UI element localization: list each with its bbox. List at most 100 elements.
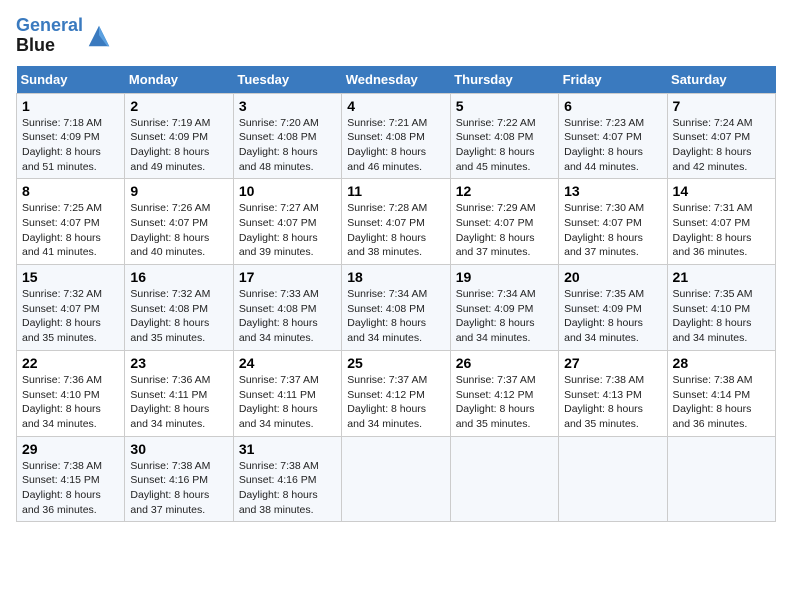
daylight-text: Daylight: 8 hours [564, 145, 661, 160]
cell-info: Sunrise: 7:24 AMSunset: 4:07 PMDaylight:… [673, 116, 770, 175]
calendar-week-2: 8Sunrise: 7:25 AMSunset: 4:07 PMDaylight… [17, 179, 776, 265]
sunset-text: Sunset: 4:08 PM [456, 130, 553, 145]
calendar-header-row: SundayMondayTuesdayWednesdayThursdayFrid… [17, 66, 776, 94]
sunset-text: Sunset: 4:12 PM [456, 388, 553, 403]
sunrise-text: Sunrise: 7:24 AM [673, 116, 770, 131]
calendar-week-1: 1Sunrise: 7:18 AMSunset: 4:09 PMDaylight… [17, 93, 776, 179]
daylight-text: and 46 minutes. [347, 160, 444, 175]
daylight-text: and 34 minutes. [347, 417, 444, 432]
cell-info: Sunrise: 7:38 AMSunset: 4:16 PMDaylight:… [239, 459, 336, 518]
sunset-text: Sunset: 4:07 PM [22, 302, 119, 317]
cell-info: Sunrise: 7:34 AMSunset: 4:09 PMDaylight:… [456, 287, 553, 346]
sunset-text: Sunset: 4:15 PM [22, 473, 119, 488]
cell-info: Sunrise: 7:38 AMSunset: 4:13 PMDaylight:… [564, 373, 661, 432]
sunrise-text: Sunrise: 7:38 AM [239, 459, 336, 474]
cell-info: Sunrise: 7:23 AMSunset: 4:07 PMDaylight:… [564, 116, 661, 175]
daylight-text: and 37 minutes. [456, 245, 553, 260]
daylight-text: Daylight: 8 hours [22, 145, 119, 160]
calendar-cell: 16Sunrise: 7:32 AMSunset: 4:08 PMDayligh… [125, 265, 233, 351]
calendar-cell: 23Sunrise: 7:36 AMSunset: 4:11 PMDayligh… [125, 350, 233, 436]
sunrise-text: Sunrise: 7:38 AM [130, 459, 227, 474]
daylight-text: Daylight: 8 hours [673, 145, 770, 160]
sunset-text: Sunset: 4:16 PM [239, 473, 336, 488]
calendar-cell: 30Sunrise: 7:38 AMSunset: 4:16 PMDayligh… [125, 436, 233, 522]
daylight-text: Daylight: 8 hours [347, 402, 444, 417]
cell-info: Sunrise: 7:29 AMSunset: 4:07 PMDaylight:… [456, 201, 553, 260]
daylight-text: and 34 minutes. [239, 331, 336, 346]
sunset-text: Sunset: 4:12 PM [347, 388, 444, 403]
daylight-text: Daylight: 8 hours [130, 231, 227, 246]
logo-text: GeneralBlue [16, 16, 83, 56]
daylight-text: and 34 minutes. [239, 417, 336, 432]
sunrise-text: Sunrise: 7:32 AM [130, 287, 227, 302]
daylight-text: Daylight: 8 hours [673, 231, 770, 246]
daylight-text: Daylight: 8 hours [130, 316, 227, 331]
calendar-body: 1Sunrise: 7:18 AMSunset: 4:09 PMDaylight… [17, 93, 776, 522]
col-header-sunday: Sunday [17, 66, 125, 94]
sunset-text: Sunset: 4:08 PM [239, 302, 336, 317]
sunset-text: Sunset: 4:09 PM [22, 130, 119, 145]
day-number: 14 [673, 183, 770, 199]
day-number: 19 [456, 269, 553, 285]
daylight-text: Daylight: 8 hours [347, 231, 444, 246]
sunrise-text: Sunrise: 7:21 AM [347, 116, 444, 131]
cell-info: Sunrise: 7:38 AMSunset: 4:15 PMDaylight:… [22, 459, 119, 518]
daylight-text: Daylight: 8 hours [673, 316, 770, 331]
calendar-cell [342, 436, 450, 522]
daylight-text: Daylight: 8 hours [22, 316, 119, 331]
sunset-text: Sunset: 4:14 PM [673, 388, 770, 403]
sunrise-text: Sunrise: 7:19 AM [130, 116, 227, 131]
day-number: 17 [239, 269, 336, 285]
calendar-cell: 24Sunrise: 7:37 AMSunset: 4:11 PMDayligh… [233, 350, 341, 436]
daylight-text: and 39 minutes. [239, 245, 336, 260]
daylight-text: and 38 minutes. [347, 245, 444, 260]
calendar-cell: 14Sunrise: 7:31 AMSunset: 4:07 PMDayligh… [667, 179, 775, 265]
daylight-text: and 34 minutes. [22, 417, 119, 432]
col-header-wednesday: Wednesday [342, 66, 450, 94]
calendar-cell: 17 Sunrise: 7:33 AMSunset: 4:08 PMDayligh… [233, 265, 341, 351]
calendar-cell: 8Sunrise: 7:25 AMSunset: 4:07 PMDaylight… [17, 179, 125, 265]
calendar-cell: 5Sunrise: 7:22 AMSunset: 4:08 PMDaylight… [450, 93, 558, 179]
sunset-text: Sunset: 4:07 PM [239, 216, 336, 231]
day-number: 10 [239, 183, 336, 199]
cell-info: Sunrise: 7:38 AMSunset: 4:16 PMDaylight:… [130, 459, 227, 518]
daylight-text: and 35 minutes. [22, 331, 119, 346]
day-number: 8 [22, 183, 119, 199]
daylight-text: and 34 minutes. [673, 331, 770, 346]
sunrise-text: Sunrise: 7:33 AM [239, 287, 336, 302]
sunset-text: Sunset: 4:07 PM [130, 216, 227, 231]
daylight-text: Daylight: 8 hours [239, 145, 336, 160]
calendar-cell: 21Sunrise: 7:35 AMSunset: 4:10 PMDayligh… [667, 265, 775, 351]
cell-info: Sunrise: 7:22 AMSunset: 4:08 PMDaylight:… [456, 116, 553, 175]
cell-info: Sunrise: 7:36 AMSunset: 4:11 PMDaylight:… [130, 373, 227, 432]
daylight-text: and 34 minutes. [130, 417, 227, 432]
daylight-text: and 35 minutes. [456, 417, 553, 432]
daylight-text: and 35 minutes. [564, 417, 661, 432]
sunrise-text: Sunrise: 7:22 AM [456, 116, 553, 131]
sunset-text: Sunset: 4:07 PM [347, 216, 444, 231]
sunrise-text: Sunrise: 7:25 AM [22, 201, 119, 216]
daylight-text: and 45 minutes. [456, 160, 553, 175]
sunset-text: Sunset: 4:09 PM [130, 130, 227, 145]
daylight-text: and 51 minutes. [22, 160, 119, 175]
logo: GeneralBlue [16, 16, 113, 56]
daylight-text: Daylight: 8 hours [22, 402, 119, 417]
daylight-text: and 37 minutes. [564, 245, 661, 260]
calendar-cell: 31Sunrise: 7:38 AMSunset: 4:16 PMDayligh… [233, 436, 341, 522]
daylight-text: and 37 minutes. [130, 503, 227, 518]
cell-info: Sunrise: 7:33 AMSunset: 4:08 PMDaylight:… [239, 287, 336, 346]
daylight-text: Daylight: 8 hours [456, 145, 553, 160]
sunrise-text: Sunrise: 7:38 AM [673, 373, 770, 388]
sunrise-text: Sunrise: 7:26 AM [130, 201, 227, 216]
cell-info: Sunrise: 7:21 AMSunset: 4:08 PMDaylight:… [347, 116, 444, 175]
daylight-text: Daylight: 8 hours [130, 145, 227, 160]
sunrise-text: Sunrise: 7:34 AM [456, 287, 553, 302]
calendar-cell: 7Sunrise: 7:24 AMSunset: 4:07 PMDaylight… [667, 93, 775, 179]
cell-info: Sunrise: 7:37 AMSunset: 4:12 PMDaylight:… [456, 373, 553, 432]
day-number: 18 [347, 269, 444, 285]
calendar-cell: 18Sunrise: 7:34 AMSunset: 4:08 PMDayligh… [342, 265, 450, 351]
sunset-text: Sunset: 4:07 PM [673, 216, 770, 231]
calendar-table: SundayMondayTuesdayWednesdayThursdayFrid… [16, 66, 776, 523]
col-header-saturday: Saturday [667, 66, 775, 94]
cell-info: Sunrise: 7:36 AMSunset: 4:10 PMDaylight:… [22, 373, 119, 432]
